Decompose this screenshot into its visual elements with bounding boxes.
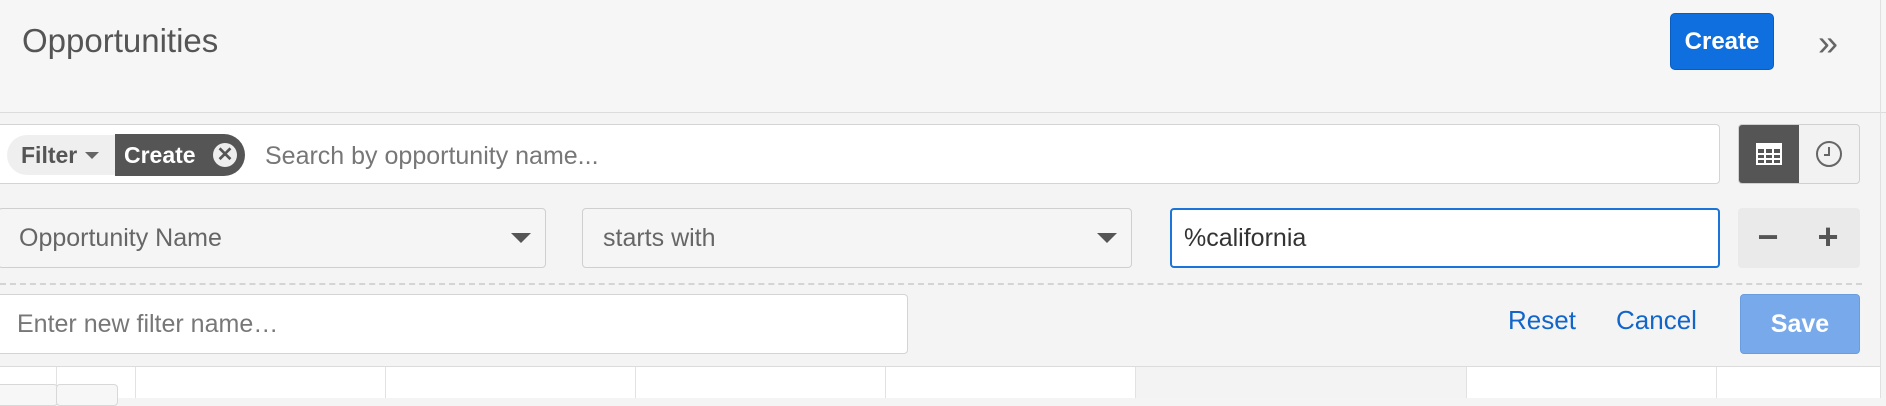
table-header (0, 367, 1880, 398)
field-select[interactable]: Opportunity Name (0, 208, 546, 268)
column-divider (385, 367, 386, 398)
clock-icon (1816, 141, 1842, 167)
panel-edge (1880, 0, 1881, 398)
rule-buttons: − + (1738, 208, 1860, 268)
search-bar: Filter Create ✕ (0, 124, 1720, 184)
column-divider (135, 367, 136, 398)
column-divider (1466, 367, 1467, 398)
operator-select[interactable]: starts with (582, 208, 1132, 268)
reset-button[interactable]: Reset (1508, 305, 1576, 336)
collapse-sidebar-icon[interactable]: » (1810, 22, 1846, 64)
search-input[interactable] (263, 137, 1267, 175)
close-icon[interactable]: ✕ (213, 143, 237, 167)
table-view-button[interactable] (1739, 125, 1799, 183)
column-divider (1135, 367, 1136, 398)
remove-rule-button[interactable]: − (1738, 208, 1798, 268)
filter-label: Filter (21, 141, 78, 168)
row-actions-toggle[interactable] (56, 384, 118, 406)
column-divider (635, 367, 636, 398)
select-all-checkbox[interactable] (0, 384, 58, 406)
active-filter-tag[interactable]: Create ✕ (115, 134, 245, 176)
filter-value-input[interactable] (1170, 208, 1720, 268)
caret-down-icon (85, 151, 100, 159)
page-title: Opportunities (22, 22, 219, 59)
recent-view-button[interactable] (1799, 125, 1859, 183)
chevron-down-icon (511, 233, 531, 243)
add-rule-button[interactable]: + (1798, 208, 1858, 268)
table-icon (1756, 143, 1782, 165)
filter-dropdown[interactable]: Filter (7, 135, 115, 175)
column-divider (1716, 367, 1717, 398)
cancel-button[interactable]: Cancel (1616, 305, 1697, 336)
view-toggle (1738, 124, 1860, 184)
page-header: Opportunities Create » (0, 0, 1886, 113)
operator-select-value: starts with (603, 223, 716, 252)
create-button[interactable]: Create (1670, 13, 1774, 70)
active-filter-tag-label: Create (124, 141, 196, 168)
field-select-value: Opportunity Name (19, 223, 222, 252)
divider (0, 283, 1862, 285)
chevron-down-icon (1097, 233, 1117, 243)
filter-name-input[interactable] (0, 294, 908, 354)
column-divider (885, 367, 886, 398)
table-header-cell (1136, 367, 1466, 398)
save-button[interactable]: Save (1740, 294, 1860, 354)
